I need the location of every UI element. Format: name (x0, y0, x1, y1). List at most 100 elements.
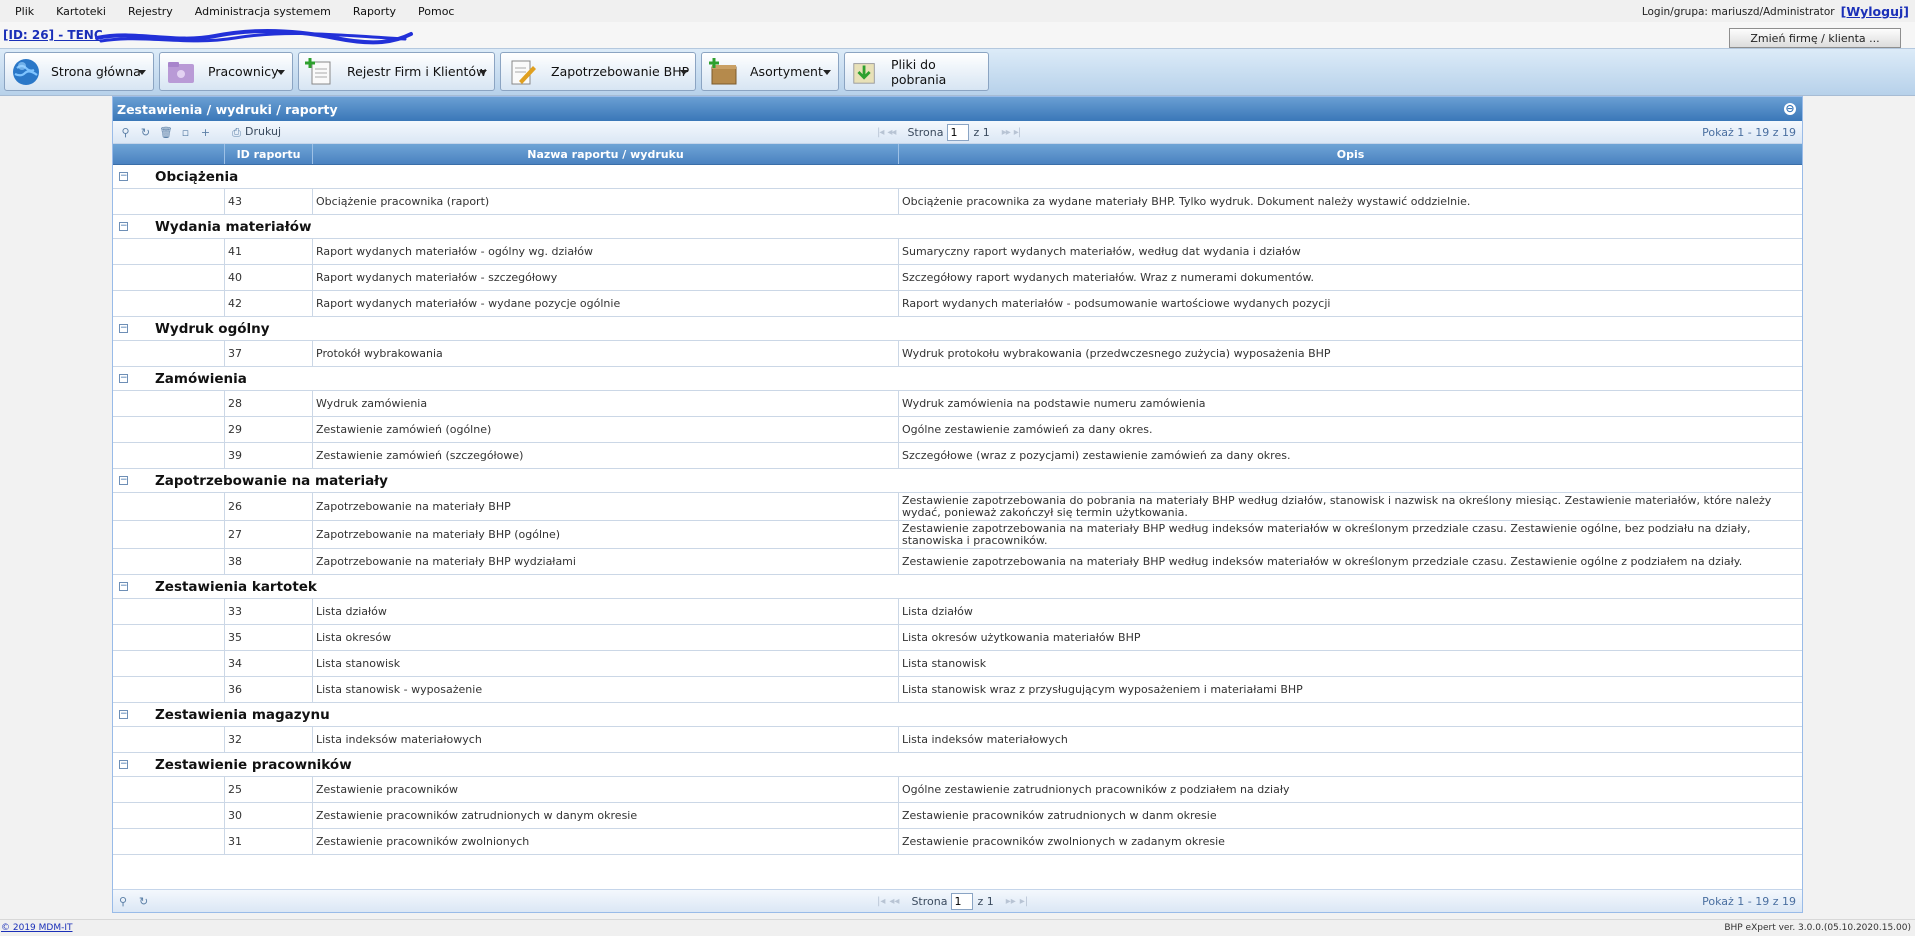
collapse-group-icon[interactable]: − (119, 222, 128, 231)
page-label: Strona (907, 126, 944, 139)
menu-item-rejestry[interactable]: Rejestry (117, 5, 184, 18)
table-row[interactable]: 36 Lista stanowisk - wyposażenie Lista sta… (113, 677, 1802, 703)
group-spacer-cell (113, 493, 225, 520)
table-row[interactable]: 30 Zestawienie pracowników zatrudnionych … (113, 803, 1802, 829)
group-spacer-cell (113, 443, 225, 468)
table-row[interactable]: 34 Lista stanowisk Lista stanowisk (113, 651, 1802, 677)
first-page-icon[interactable]: |◂ (877, 127, 884, 138)
table-row[interactable]: 28 Wydruk zamówienia Wydruk zamówienia na … (113, 391, 1802, 417)
table-row[interactable]: 27 Zapotrzebowanie na materiały BHP (ogól… (113, 521, 1802, 549)
copyright-link[interactable]: © 2019 MDM-IT (1, 923, 73, 933)
collapse-group-icon[interactable]: − (119, 476, 128, 485)
assortment-button[interactable]: Asortyment (701, 52, 839, 91)
logout-link[interactable]: [Wyloguj] (1841, 4, 1909, 19)
group-title: Wydruk ogólny (155, 320, 270, 337)
table-row[interactable]: 29 Zestawienie zamówień (ogólne) Ogólne ze… (113, 417, 1802, 443)
collapse-group-icon[interactable]: − (119, 324, 128, 333)
companies-register-button[interactable]: Rejestr Firm i Klientów (298, 52, 495, 91)
report-desc-cell: Sumaryczny raport wydanych materiałów, w… (902, 244, 1301, 258)
first-page-icon[interactable]: |◂ (877, 896, 885, 907)
group-header[interactable]: − Zamówienia (113, 367, 1802, 391)
delete-icon[interactable]: 🗑 (159, 126, 173, 139)
table-row[interactable]: 26 Zapotrzebowanie na materiały BHP Zestaw… (113, 493, 1802, 521)
group-header[interactable]: − Zapotrzebowanie na materiały (113, 469, 1802, 493)
group-spacer-cell (113, 417, 225, 442)
folder-icon (168, 61, 194, 83)
group-header[interactable]: − Zestawienia kartotek (113, 575, 1802, 599)
collapse-group-icon[interactable]: − (119, 172, 128, 181)
downloads-button[interactable]: Pliki do pobrania (844, 52, 989, 91)
report-name-cell: Zapotrzebowanie na materiały BHP (ogólne… (313, 521, 899, 548)
menu-item-raporty[interactable]: Raporty (342, 5, 407, 18)
search-icon[interactable]: ⚲ (119, 126, 132, 139)
column-header-id[interactable]: ID raportu (225, 144, 313, 164)
menu-item-pomoc[interactable]: Pomoc (407, 5, 465, 18)
search-icon[interactable]: ⚲ (119, 895, 127, 908)
report-name-cell: Zapotrzebowanie na materiały BHP (313, 493, 899, 520)
bhp-demand-button[interactable]: Zapotrzebowanie BHP (500, 52, 696, 91)
table-row[interactable]: 35 Lista okresów Lista okresów użytkowania… (113, 625, 1802, 651)
print-icon[interactable]: ⎙ (230, 126, 243, 139)
last-page-icon[interactable]: ▸| (1020, 896, 1028, 907)
document-icon[interactable]: ▫ (179, 126, 192, 139)
menu-item-plik[interactable]: Plik (4, 5, 45, 18)
group-spacer-cell (113, 521, 225, 548)
bhp-demand-label: Zapotrzebowanie BHP (551, 64, 690, 79)
collapse-group-icon[interactable]: − (119, 374, 128, 383)
group-spacer-cell (113, 265, 225, 290)
column-header-name[interactable]: Nazwa raportu / wydruku (313, 144, 899, 164)
table-row[interactable]: 38 Zapotrzebowanie na materiały BHP wydzi… (113, 549, 1802, 575)
refresh-icon[interactable]: ↻ (139, 126, 152, 139)
company-title-link[interactable]: [ID: 26] - TENC (3, 28, 103, 42)
table-row[interactable]: 31 Zestawienie pracowników zwolnionych Zes… (113, 829, 1802, 855)
next-page-icon[interactable]: ▸▸ (1002, 127, 1011, 138)
bottom-page-number-input[interactable] (951, 893, 974, 910)
group-title: Zamówienia (155, 370, 247, 387)
menu-item-administracja[interactable]: Administracja systemem (184, 5, 342, 18)
home-button-label: Strona główna (51, 64, 141, 79)
table-row[interactable]: 42 Raport wydanych materiałów - wydane po… (113, 291, 1802, 317)
group-header[interactable]: − Wydruk ogólny (113, 317, 1802, 341)
prev-page-icon[interactable]: ◂◂ (889, 896, 899, 907)
table-row[interactable]: 33 Lista działów Lista działów (113, 599, 1802, 625)
employees-button[interactable]: Pracownicy (159, 52, 293, 91)
group-title: Wydania materiałów (155, 218, 312, 235)
group-spacer-cell (113, 625, 225, 650)
column-header-desc[interactable]: Opis (899, 144, 1802, 164)
table-row[interactable]: 39 Zestawienie zamówień (szczegółowe) Szcz… (113, 443, 1802, 469)
last-page-icon[interactable]: ▸| (1014, 127, 1021, 138)
menu-item-kartoteki[interactable]: Kartoteki (45, 5, 117, 18)
refresh-icon[interactable]: ↻ (139, 895, 148, 908)
prev-page-icon[interactable]: ◂◂ (887, 127, 896, 138)
report-desc-cell: Raport wydanych materiałów - podsumowani… (902, 296, 1331, 310)
collapse-group-icon[interactable]: − (119, 710, 128, 719)
group-header[interactable]: − Zestawienia magazynu (113, 703, 1802, 727)
group-header[interactable]: − Zestawienie pracowników (113, 753, 1802, 777)
collapse-group-icon[interactable]: − (119, 760, 128, 769)
group-header[interactable]: − Obciążenia (113, 165, 1802, 189)
next-page-icon[interactable]: ▸▸ (1006, 896, 1016, 907)
collapse-group-icon[interactable]: − (119, 582, 128, 591)
page-label: Strona (911, 895, 948, 908)
report-desc-cell: Ogólne zestawienie zatrudnionych pracown… (902, 782, 1290, 796)
grid-body: − Obciążenia 43 Obciążenie pracownika (rapo… (113, 165, 1802, 855)
report-id-cell: 26 (225, 493, 313, 520)
home-button[interactable]: Strona główna (4, 52, 154, 91)
collapse-icon[interactable]: ⊖ (1784, 103, 1796, 115)
table-row[interactable]: 41 Raport wydanych materiałów - ogólny wg… (113, 239, 1802, 265)
add-icon[interactable]: + (199, 126, 212, 139)
print-button[interactable]: Drukuj (245, 125, 281, 138)
report-id-cell: 25 (225, 777, 313, 802)
login-info: Login/grupa: mariuszd/Administrator [Wyl… (1642, 4, 1909, 19)
reports-panel: Zestawienia / wydruki / raporty ⊖ ⚲ ↻ 🗑 … (112, 96, 1803, 913)
group-header[interactable]: − Wydania materiałów (113, 215, 1802, 239)
page-number-input[interactable] (947, 124, 970, 141)
table-row[interactable]: 40 Raport wydanych materiałów - szczegóło… (113, 265, 1802, 291)
table-row[interactable]: 25 Zestawienie pracowników Ogólne zestawie… (113, 777, 1802, 803)
change-company-button[interactable]: Zmień firmę / klienta ... (1729, 28, 1901, 48)
table-row[interactable]: 32 Lista indeksów materiałowych Lista inde… (113, 727, 1802, 753)
table-row[interactable]: 37 Protokół wybrakowania Wydruk protokołu … (113, 341, 1802, 367)
table-row[interactable]: 43 Obciążenie pracownika (raport) Obciążen… (113, 189, 1802, 215)
report-name-cell: Raport wydanych materiałów - szczegółowy (313, 265, 899, 290)
report-id-cell: 41 (225, 239, 313, 264)
